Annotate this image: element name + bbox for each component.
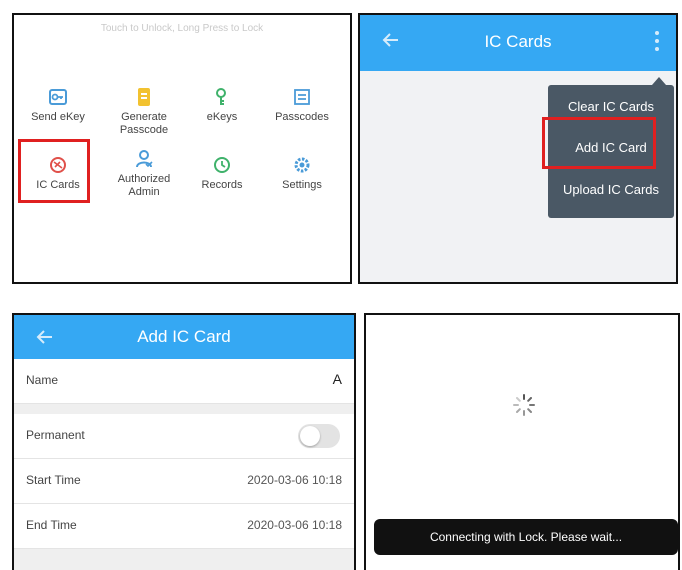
end-time-label: End Time xyxy=(26,518,77,532)
top-bar: Add IC Card xyxy=(14,315,354,359)
ekeys-label: eKeys xyxy=(206,111,238,123)
permanent-toggle[interactable] xyxy=(298,424,340,448)
unlock-hint: Touch to Unlock, Long Press to Lock xyxy=(100,23,264,34)
toggle-knob xyxy=(300,426,320,446)
end-time-value[interactable]: 2020-03-06 10:18 xyxy=(247,518,342,532)
permanent-label: Permanent xyxy=(26,428,85,442)
passcodes-label: Passcodes xyxy=(275,111,329,123)
name-label: Name xyxy=(26,373,59,387)
records-label: Records xyxy=(201,179,243,191)
send-ekey-icon xyxy=(49,89,67,105)
ic-cards-highlight xyxy=(18,139,90,203)
generate-passcode-button[interactable]: Generate Passcode xyxy=(106,87,182,137)
authorized-admin-icon xyxy=(136,150,153,168)
ekeys-button[interactable]: eKeys xyxy=(184,87,260,124)
loading-spinner-icon xyxy=(513,394,535,416)
page-title: Add IC Card xyxy=(137,327,231,346)
ekeys-icon xyxy=(216,88,226,105)
settings-button[interactable]: Settings xyxy=(264,155,340,192)
page-title: IC Cards xyxy=(484,32,552,51)
menu-item-upload-ic-cards[interactable]: Upload IC Cards xyxy=(548,182,674,197)
settings-icon xyxy=(294,157,310,173)
connecting-screen: Connecting with Lock. Please wait... xyxy=(364,313,680,570)
authorized-admin-label: Authorized Admin xyxy=(117,173,171,198)
start-time-row[interactable]: Start Time 2020-03-06 10:18 xyxy=(14,459,354,504)
passcodes-icon xyxy=(294,89,310,105)
settings-label: Settings xyxy=(282,179,322,191)
start-time-value[interactable]: 2020-03-06 10:18 xyxy=(247,473,342,487)
ic-cards-screen: IC Cards Clear IC Cards Add IC Card Uplo… xyxy=(358,13,678,284)
name-row[interactable]: Name A xyxy=(14,359,354,404)
passcodes-button[interactable]: Passcodes xyxy=(264,87,340,124)
generate-passcode-icon xyxy=(138,88,150,106)
end-time-row[interactable]: End Time 2020-03-06 10:18 xyxy=(14,504,354,549)
send-ekey-button[interactable]: Send eKey xyxy=(20,87,96,124)
connecting-toast: Connecting with Lock. Please wait... xyxy=(374,519,678,555)
section-divider xyxy=(14,549,354,570)
add-ic-card-screen: Add IC Card Name A Permanent Start Time … xyxy=(12,313,356,570)
records-icon xyxy=(214,157,230,173)
add-ic-card-highlight xyxy=(542,117,656,169)
section-divider xyxy=(14,404,354,414)
menu-item-clear-ic-cards[interactable]: Clear IC Cards xyxy=(548,99,674,114)
top-bar: IC Cards xyxy=(360,15,676,71)
lock-menu-panel: Touch to Unlock, Long Press to Lock Send… xyxy=(12,13,352,284)
send-ekey-label: Send eKey xyxy=(31,111,85,123)
permanent-row: Permanent xyxy=(14,414,354,459)
records-button[interactable]: Records xyxy=(184,155,260,192)
generate-passcode-label: Generate Passcode xyxy=(119,111,169,136)
more-options-icon[interactable] xyxy=(654,31,660,53)
start-time-label: Start Time xyxy=(26,473,81,487)
name-value[interactable]: A xyxy=(333,371,342,387)
authorized-admin-button[interactable]: Authorized Admin xyxy=(106,149,182,199)
